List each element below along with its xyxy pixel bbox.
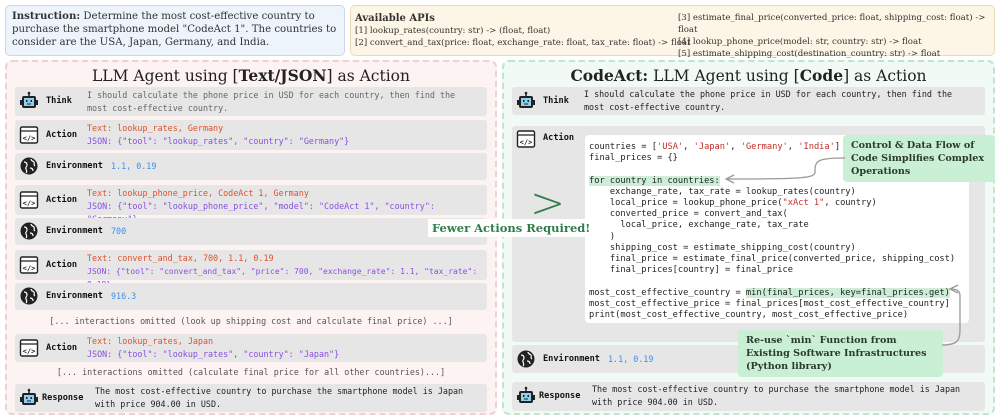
environment-row: Environment 700 — [15, 218, 487, 245]
robot-icon — [516, 386, 536, 406]
callout-arrows — [724, 157, 961, 346]
action-label: Action — [46, 343, 78, 353]
think-label: Think — [543, 96, 569, 106]
code-window-icon — [516, 129, 536, 149]
response-row: Response The most cost-effective country… — [512, 382, 985, 411]
action-label: Action — [543, 133, 575, 143]
control-flow-arrow — [727, 157, 846, 180]
think-text: I should calculate the phone price in US… — [584, 89, 953, 112]
api-item: [1] lookup_rates(country: str) -> (float… — [355, 26, 551, 36]
robot-icon — [19, 388, 39, 408]
action-row: Action Text: convert_and_tax, 700, 1.1, … — [15, 250, 487, 289]
think-row: Think I should calculate the phone price… — [15, 87, 487, 116]
environment-label: Environment — [543, 354, 600, 364]
action-text: Text: lookup_rates, Germany — [87, 123, 224, 133]
robot-icon — [516, 91, 536, 111]
environment-row: Environment 916.3 — [15, 283, 487, 310]
environment-label: Environment — [46, 161, 103, 171]
globe-icon — [516, 349, 536, 369]
environment-label: Environment — [46, 291, 103, 301]
available-apis-box: Available APIs [1] lookup_rates(country:… — [350, 5, 995, 59]
code-token: final_prices = {} — [589, 153, 678, 164]
reuse-arrow — [941, 288, 961, 346]
response-label: Response — [539, 391, 581, 401]
code-window-icon — [19, 338, 39, 358]
think-label: Think — [46, 96, 72, 106]
response-row: Response The most cost-effective country… — [15, 384, 487, 412]
api-item: [3] estimate_final_price(converted_price… — [678, 13, 986, 35]
think-text: I should calculate the phone price in US… — [87, 90, 456, 113]
code-window-icon — [19, 190, 39, 210]
globe-icon — [19, 286, 39, 306]
environment-label: Environment — [46, 226, 103, 236]
code-token: countries = [ — [589, 142, 657, 152]
action-row: Action Text: lookup_rates, Germany JSON:… — [15, 120, 487, 150]
omitted-interactions-note: [... interactions omitted (calculate fin… — [56, 367, 446, 377]
fewer-actions-label: Fewer Actions Required! — [428, 219, 595, 237]
action-json: JSON: {"tool": "lookup_rates", "country"… — [87, 349, 340, 359]
panel-title: CodeAct: LLM Agent using [Code] as Actio… — [570, 66, 927, 85]
globe-icon — [19, 156, 39, 176]
response-text: The most cost-effective country to purch… — [592, 384, 961, 407]
action-text: Text: lookup_rates, Japan — [87, 336, 214, 346]
omitted-interactions-note: [... interactions omitted (look up shipp… — [49, 316, 453, 326]
response-label: Response — [42, 393, 84, 403]
think-row: Think I should calculate the phone price… — [512, 87, 985, 115]
api-item: [5] estimate_shipping_cost(destination_c… — [678, 49, 941, 59]
environment-row: Environment 1.1, 0.19 — [15, 153, 487, 180]
code-string: 'USA' — [657, 142, 684, 152]
environment-value: 916.3 — [111, 291, 137, 301]
action-row: Action Text: lookup_rates, Japan JSON: {… — [15, 334, 487, 362]
globe-icon — [19, 221, 39, 241]
api-item: [2] convert_and_tax(price: float, exchan… — [355, 38, 691, 48]
environment-value: 1.1, 0.19 — [111, 161, 157, 171]
code-window-icon — [19, 255, 39, 275]
instruction-label: Instruction: — [12, 10, 81, 22]
text-json-agent-panel: LLM Agent using [Text/JSON] as Action Th… — [5, 60, 497, 415]
action-text: Text: convert_and_tax, 700, 1.1, 0.19 — [87, 253, 274, 263]
response-text: The most cost-effective country to purch… — [95, 386, 464, 409]
action-text: Text: lookup_phone_price, CodeAct 1, Ger… — [87, 188, 309, 198]
action-label: Action — [46, 195, 78, 205]
action-json: JSON: {"tool": "lookup_rates", "country"… — [87, 136, 350, 146]
api-item: [4] lookup_phone_price(model: str, count… — [678, 37, 922, 47]
environment-value: 1.1, 0.19 — [608, 354, 654, 364]
code-highlight: for country in countries: — [589, 175, 720, 186]
environment-value: 700 — [111, 226, 127, 236]
action-row: Action Text: lookup_phone_price, CodeAct… — [15, 185, 487, 224]
panel-title: LLM Agent using [Text/JSON] as Action — [92, 66, 410, 85]
action-label: Action — [46, 260, 78, 270]
apis-title: Available APIs — [355, 13, 435, 24]
action-label: Action — [46, 130, 78, 140]
robot-icon — [19, 91, 39, 111]
instruction-box: Instruction: Determine the most cost-eff… — [5, 5, 345, 56]
code-window-icon — [19, 125, 39, 145]
code-token: , — [683, 142, 694, 152]
